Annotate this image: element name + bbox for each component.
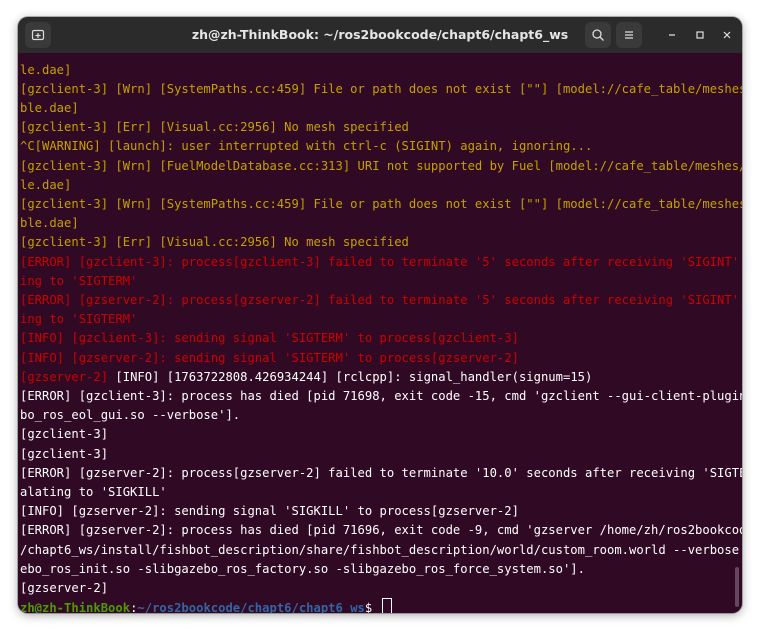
terminal-line: [ERROR] [gzserver-2]: process[gzserver-2… bbox=[20, 293, 742, 307]
minimize-button[interactable] bbox=[662, 25, 682, 45]
terminal-line: le.dae] bbox=[20, 178, 72, 192]
new-tab-button[interactable] bbox=[25, 22, 51, 48]
shell-prompt[interactable]: zh@zh-ThinkBook:~/ros2bookcode/chapt6/ch… bbox=[20, 598, 392, 613]
terminal-window: zh@zh-ThinkBook: ~/ros2bookcode/chapt6/c… bbox=[18, 17, 742, 613]
search-button[interactable] bbox=[585, 22, 611, 48]
title-bar[interactable]: zh@zh-ThinkBook: ~/ros2bookcode/chapt6/c… bbox=[18, 17, 742, 53]
terminal-line: alating to 'SIGKILL' bbox=[20, 485, 167, 499]
new-tab-icon bbox=[31, 29, 45, 41]
terminal-output[interactable]: le.dae] [gzclient-3] [Wrn] [SystemPaths.… bbox=[18, 53, 742, 613]
text-cursor bbox=[381, 598, 392, 613]
terminal-line: bo_ros_eol_gui.so --verbose']. bbox=[20, 408, 241, 422]
terminal-line: [gzclient-3] bbox=[20, 447, 109, 461]
maximize-button[interactable] bbox=[690, 25, 710, 45]
terminal-line: [gzclient-3] [Err] [Visual.cc:2956] No m… bbox=[20, 120, 409, 134]
maximize-icon bbox=[696, 31, 704, 39]
terminal-line: [INFO] [gzserver-2]: sending signal 'SIG… bbox=[20, 504, 519, 518]
terminal-line: ble.dae] bbox=[20, 101, 79, 115]
terminal-line: [INFO] [gzclient-3]: sending signal 'SIG… bbox=[20, 331, 519, 345]
terminal-line: /chapt6_ws/install/fishbot_description/s… bbox=[20, 543, 742, 557]
prompt-symbol: $ bbox=[364, 601, 380, 613]
terminal-line: ing to 'SIGTERM' bbox=[20, 274, 138, 288]
terminal-line: [ERROR] [gzclient-3]: process has died [… bbox=[20, 389, 742, 403]
terminal-line: [gzclient-3] [Err] [Visual.cc:2956] No m… bbox=[20, 235, 409, 249]
minimize-icon bbox=[669, 34, 675, 36]
terminal-line: le.dae] bbox=[20, 63, 72, 77]
line-text: [INFO] [1763722808.426934244] [rclcpp]: … bbox=[108, 370, 593, 384]
terminal-line: ebo_ros_init.so -slibgazebo_ros_factory.… bbox=[20, 562, 585, 576]
terminal-line: [ERROR] [gzserver-2]: process[gzserver-2… bbox=[20, 466, 742, 480]
terminal-line: [gzserver-2] [INFO] [1763722808.42693424… bbox=[20, 368, 592, 387]
terminal-line: ^C[WARNING] [launch]: user interrupted w… bbox=[20, 139, 593, 153]
terminal-line: [gzclient-3] bbox=[20, 427, 109, 441]
terminal-line: [ERROR] [gzclient-3]: process[gzclient-3… bbox=[20, 255, 742, 269]
prompt-path: ~/ros2bookcode/chapt6/chapt6_ws bbox=[137, 601, 365, 613]
terminal-line: ing to 'SIGTERM' bbox=[20, 312, 138, 326]
scrollbar-thumb[interactable] bbox=[735, 567, 739, 607]
terminal-line: [gzserver-2] bbox=[20, 581, 109, 595]
terminal-line: [gzclient-3] [Wrn] [SystemPaths.cc:459] … bbox=[20, 82, 742, 96]
prompt-user-host: zh@zh-ThinkBook bbox=[20, 601, 131, 613]
hamburger-menu-icon bbox=[625, 31, 633, 39]
close-button[interactable] bbox=[717, 25, 737, 45]
terminal-line: [gzclient-3] [Wrn] [SystemPaths.cc:459] … bbox=[20, 197, 742, 211]
search-icon bbox=[592, 29, 604, 41]
terminal-line: ble.dae] bbox=[20, 216, 79, 230]
terminal-line: [INFO] [gzserver-2]: sending signal 'SIG… bbox=[20, 351, 519, 365]
terminal-line: [ERROR] [gzserver-2]: process has died [… bbox=[20, 523, 742, 537]
menu-button[interactable] bbox=[616, 22, 642, 48]
scrollbar[interactable] bbox=[734, 53, 740, 613]
terminal-line: [gzclient-3] [Wrn] [FuelModelDatabase.cc… bbox=[20, 159, 742, 173]
close-icon bbox=[723, 31, 731, 39]
process-prefix: [gzserver-2] bbox=[20, 370, 109, 384]
